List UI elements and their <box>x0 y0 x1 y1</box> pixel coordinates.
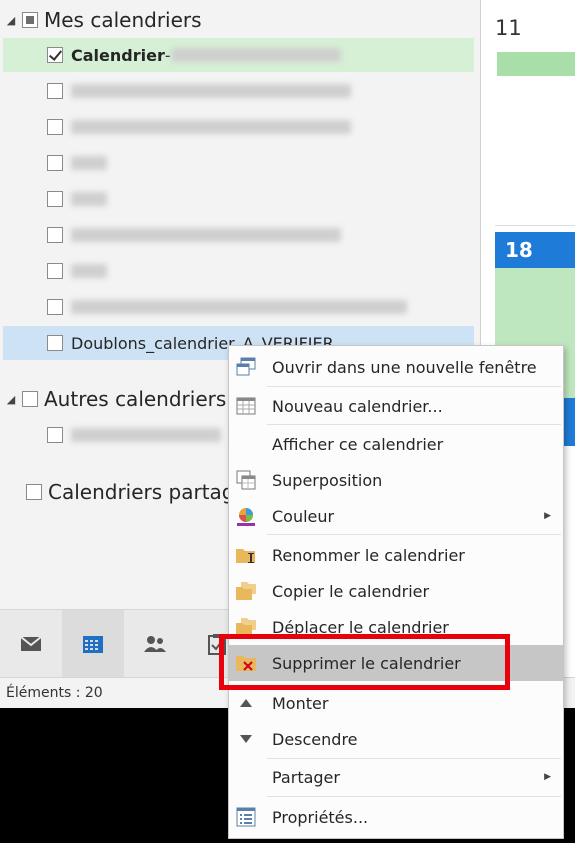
highlight-annotation-box <box>219 634 510 690</box>
context-menu: Ouvrir dans une nouvelle fenêtre Nouveau… <box>228 345 564 839</box>
menu-item-label: Monter <box>272 693 329 713</box>
redacted-text <box>71 264 107 278</box>
redacted-text <box>71 84 351 98</box>
properties-icon <box>235 806 257 828</box>
calendar-item-main[interactable]: Calendrier - <box>3 38 474 72</box>
arrow-down-icon <box>235 728 257 750</box>
menu-item-share[interactable]: Partager ▶ <box>229 759 563 795</box>
rename-folder-icon <box>235 544 257 566</box>
calendar-item[interactable] <box>3 146 474 180</box>
menu-item-label: Propriétés... <box>272 807 369 827</box>
menu-item-overlay[interactable]: Superposition <box>229 462 563 498</box>
redacted-text <box>170 48 341 62</box>
redacted-text <box>71 228 341 242</box>
group-shared-calendars[interactable]: Calendriers partag <box>0 474 235 510</box>
group-other-calendars[interactable]: ◢ Autres calendriers <box>0 381 227 417</box>
menu-item-show-calendar[interactable]: Afficher ce calendrier <box>229 426 563 462</box>
calendar-checkbox[interactable] <box>47 47 63 63</box>
redacted-text <box>71 192 107 206</box>
calendar-item[interactable] <box>3 74 474 108</box>
menu-item-move-up[interactable]: Monter <box>229 685 563 721</box>
menu-item-label: Renommer le calendrier <box>272 545 465 565</box>
collapse-arrow-icon[interactable]: ◢ <box>0 14 22 27</box>
menu-item-color[interactable]: Couleur ▶ <box>229 498 563 534</box>
menu-item-new-calendar[interactable]: Nouveau calendrier... <box>229 388 563 424</box>
day-number-11[interactable]: 11 <box>495 16 522 40</box>
submenu-arrow-icon: ▶ <box>544 511 551 521</box>
submenu-arrow-icon: ▶ <box>544 772 551 782</box>
menu-item-open-new-window[interactable]: Ouvrir dans une nouvelle fenêtre <box>229 349 563 385</box>
calendar-checkbox[interactable] <box>47 335 63 351</box>
calendar-checkbox[interactable] <box>47 263 63 279</box>
collapse-arrow-icon[interactable]: ◢ <box>0 393 22 406</box>
calendar-checkbox[interactable] <box>47 155 63 171</box>
menu-item-label: Afficher ce calendrier <box>272 434 444 454</box>
copy-folder-icon <box>235 580 257 602</box>
overlay-icon <box>235 469 257 491</box>
people-icon <box>144 636 166 652</box>
menu-item-label: Partager <box>272 767 340 787</box>
redacted-text <box>71 428 221 442</box>
mail-icon <box>20 636 42 651</box>
calendar-item[interactable] <box>3 290 474 324</box>
calendar-label: Calendrier <box>71 45 165 65</box>
menu-separator <box>267 386 561 387</box>
menu-item-label: Couleur <box>272 506 335 526</box>
menu-separator <box>267 424 561 425</box>
menu-item-label: Nouveau calendrier... <box>272 396 443 416</box>
menu-item-label: Descendre <box>272 729 358 749</box>
group-label: Calendriers partag <box>48 480 235 504</box>
calendar-label-separator: - <box>164 45 171 65</box>
calendar-checkbox[interactable] <box>47 299 63 315</box>
menu-item-properties[interactable]: Propriétés... <box>229 799 563 835</box>
group-checkbox[interactable] <box>22 12 38 28</box>
day-number-18[interactable]: 18 <box>495 232 575 268</box>
menu-item-label: Copier le calendrier <box>272 581 430 601</box>
calendar-checkbox[interactable] <box>47 191 63 207</box>
new-calendar-icon <box>235 395 257 417</box>
calendar-item[interactable] <box>3 218 474 252</box>
redacted-text <box>71 156 107 170</box>
arrow-up-icon <box>235 692 257 714</box>
menu-item-move-down[interactable]: Descendre <box>229 721 563 757</box>
group-checkbox[interactable] <box>26 484 42 500</box>
menu-separator <box>267 534 561 535</box>
new-window-icon <box>235 356 257 378</box>
group-checkbox[interactable] <box>22 391 38 407</box>
menu-item-label: Superposition <box>272 470 383 490</box>
event-band[interactable] <box>495 52 575 76</box>
calendar-item[interactable] <box>3 110 474 144</box>
menu-item-copy[interactable]: Copier le calendrier <box>229 573 563 609</box>
redacted-text <box>71 120 351 134</box>
calendar-item[interactable] <box>3 182 474 216</box>
redacted-text <box>71 300 407 314</box>
group-my-calendars[interactable]: ◢ Mes calendriers <box>0 2 202 38</box>
week-divider <box>495 225 575 226</box>
menu-separator <box>267 796 561 797</box>
nav-people-button[interactable] <box>124 610 186 678</box>
group-label: Autres calendriers <box>44 387 227 411</box>
calendar-item[interactable] <box>3 254 474 288</box>
calendar-checkbox[interactable] <box>47 119 63 135</box>
nav-mail-button[interactable] <box>0 610 62 678</box>
calendar-checkbox[interactable] <box>47 227 63 243</box>
items-count: Éléments : 20 <box>6 685 103 701</box>
color-palette-icon <box>235 505 257 527</box>
menu-item-label: Ouvrir dans une nouvelle fenêtre <box>272 357 537 377</box>
nav-calendar-button[interactable] <box>62 610 124 678</box>
calendar-checkbox[interactable] <box>47 427 63 443</box>
calendar-checkbox[interactable] <box>47 83 63 99</box>
calendar-icon <box>83 636 103 653</box>
menu-item-rename[interactable]: Renommer le calendrier <box>229 537 563 573</box>
group-label: Mes calendriers <box>44 8 202 32</box>
